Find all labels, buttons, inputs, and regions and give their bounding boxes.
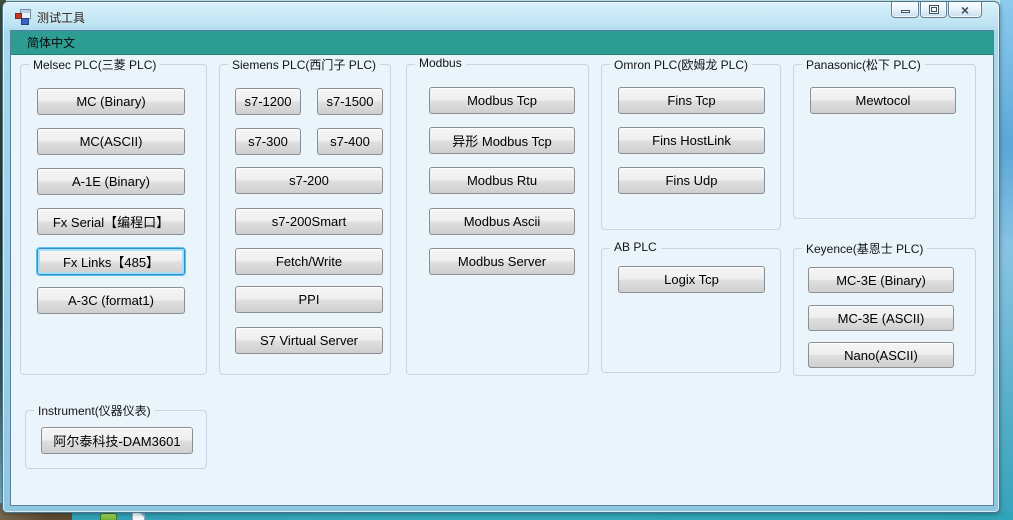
button-modbus-ascii[interactable]: Modbus Ascii <box>429 208 575 235</box>
wallpaper-bottom-strip <box>0 512 1013 520</box>
group-omron-plc: Omron PLC(欧姆龙 PLC) Fins Tcp Fins HostLin… <box>601 64 781 230</box>
button-mewtocol[interactable]: Mewtocol <box>810 87 956 114</box>
window-title: 测试工具 <box>37 9 85 26</box>
form-surface: Melsec PLC(三菱 PLC) MC (Binary) MC(ASCII)… <box>11 55 993 505</box>
button-fins-tcp[interactable]: Fins Tcp <box>618 87 765 114</box>
button-a1e-binary[interactable]: A-1E (Binary) <box>37 168 185 195</box>
maximize-icon <box>929 5 939 14</box>
wallpaper-right-strip <box>1000 0 1013 520</box>
group-title: Melsec PLC(三菱 PLC) <box>29 56 160 73</box>
button-mc3e-binary[interactable]: MC-3E (Binary) <box>808 267 954 293</box>
app-window: 测试工具 × 简体中文 Melsec PLC(三菱 PLC) MC (Binar… <box>2 1 1000 513</box>
button-art-dam3601[interactable]: 阿尔泰科技-DAM3601 <box>41 427 193 454</box>
button-fins-udp[interactable]: Fins Udp <box>618 167 765 194</box>
app-icon <box>15 9 31 25</box>
desktop-icon-peek-green[interactable] <box>100 513 117 520</box>
group-keyence-plc: Keyence(基恩士 PLC) MC-3E (Binary) MC-3E (A… <box>793 248 976 376</box>
group-title: Siemens PLC(西门子 PLC) <box>228 56 380 73</box>
group-title: Modbus <box>415 56 466 70</box>
button-mc-ascii[interactable]: MC(ASCII) <box>37 128 185 155</box>
group-modbus: Modbus Modbus Tcp 异形 Modbus Tcp Modbus R… <box>406 64 589 375</box>
button-s7-200[interactable]: s7-200 <box>235 167 383 194</box>
button-nano-ascii[interactable]: Nano(ASCII) <box>808 342 954 368</box>
button-modbus-tcp-alien[interactable]: 异形 Modbus Tcp <box>429 127 575 154</box>
group-siemens-plc: Siemens PLC(西门子 PLC) s7-1200 s7-1500 s7-… <box>219 64 391 375</box>
button-s7-400[interactable]: s7-400 <box>317 128 383 155</box>
button-mc3e-ascii[interactable]: MC-3E (ASCII) <box>808 305 954 331</box>
button-s7-1500[interactable]: s7-1500 <box>317 88 383 115</box>
button-mc-binary[interactable]: MC (Binary) <box>37 88 185 115</box>
button-s7-200smart[interactable]: s7-200Smart <box>235 208 383 235</box>
group-title: AB PLC <box>610 240 661 254</box>
button-fetch-write[interactable]: Fetch/Write <box>235 248 383 275</box>
group-title: Omron PLC(欧姆龙 PLC) <box>610 56 752 73</box>
button-s7-virtual-server[interactable]: S7 Virtual Server <box>235 327 383 354</box>
group-melsec-plc: Melsec PLC(三菱 PLC) MC (Binary) MC(ASCII)… <box>20 64 207 375</box>
close-button[interactable]: × <box>948 2 982 18</box>
button-modbus-server[interactable]: Modbus Server <box>429 248 575 275</box>
button-s7-300[interactable]: s7-300 <box>235 128 301 155</box>
group-panasonic-plc: Panasonic(松下 PLC) Mewtocol <box>793 64 976 219</box>
menu-item-language[interactable]: 简体中文 <box>17 31 85 54</box>
minimize-icon <box>901 10 910 13</box>
titlebar[interactable]: 测试工具 × <box>3 2 999 30</box>
button-ppi[interactable]: PPI <box>235 286 383 313</box>
minimize-button[interactable] <box>891 2 919 18</box>
button-s7-1200[interactable]: s7-1200 <box>235 88 301 115</box>
group-title: Panasonic(松下 PLC) <box>802 56 925 73</box>
group-ab-plc: AB PLC Logix Tcp <box>601 248 781 373</box>
button-logix-tcp[interactable]: Logix Tcp <box>618 266 765 293</box>
button-fx-serial[interactable]: Fx Serial【编程口】 <box>37 208 185 235</box>
close-icon: × <box>961 3 969 17</box>
group-title: Instrument(仪器仪表) <box>34 402 155 419</box>
window-controls: × <box>891 2 982 18</box>
group-instrument: Instrument(仪器仪表) 阿尔泰科技-DAM3601 <box>25 410 207 469</box>
menubar: 简体中文 <box>11 31 993 55</box>
button-fins-hostlink[interactable]: Fins HostLink <box>618 127 765 154</box>
maximize-button[interactable] <box>920 2 947 18</box>
button-modbus-tcp[interactable]: Modbus Tcp <box>429 87 575 114</box>
client-area: 简体中文 Melsec PLC(三菱 PLC) MC (Binary) MC(A… <box>10 30 994 506</box>
button-a3c-format1[interactable]: A-3C (format1) <box>37 287 185 314</box>
button-modbus-rtu[interactable]: Modbus Rtu <box>429 167 575 194</box>
button-fx-links[interactable]: Fx Links【485】 <box>37 248 185 275</box>
group-title: Keyence(基恩士 PLC) <box>802 240 927 257</box>
